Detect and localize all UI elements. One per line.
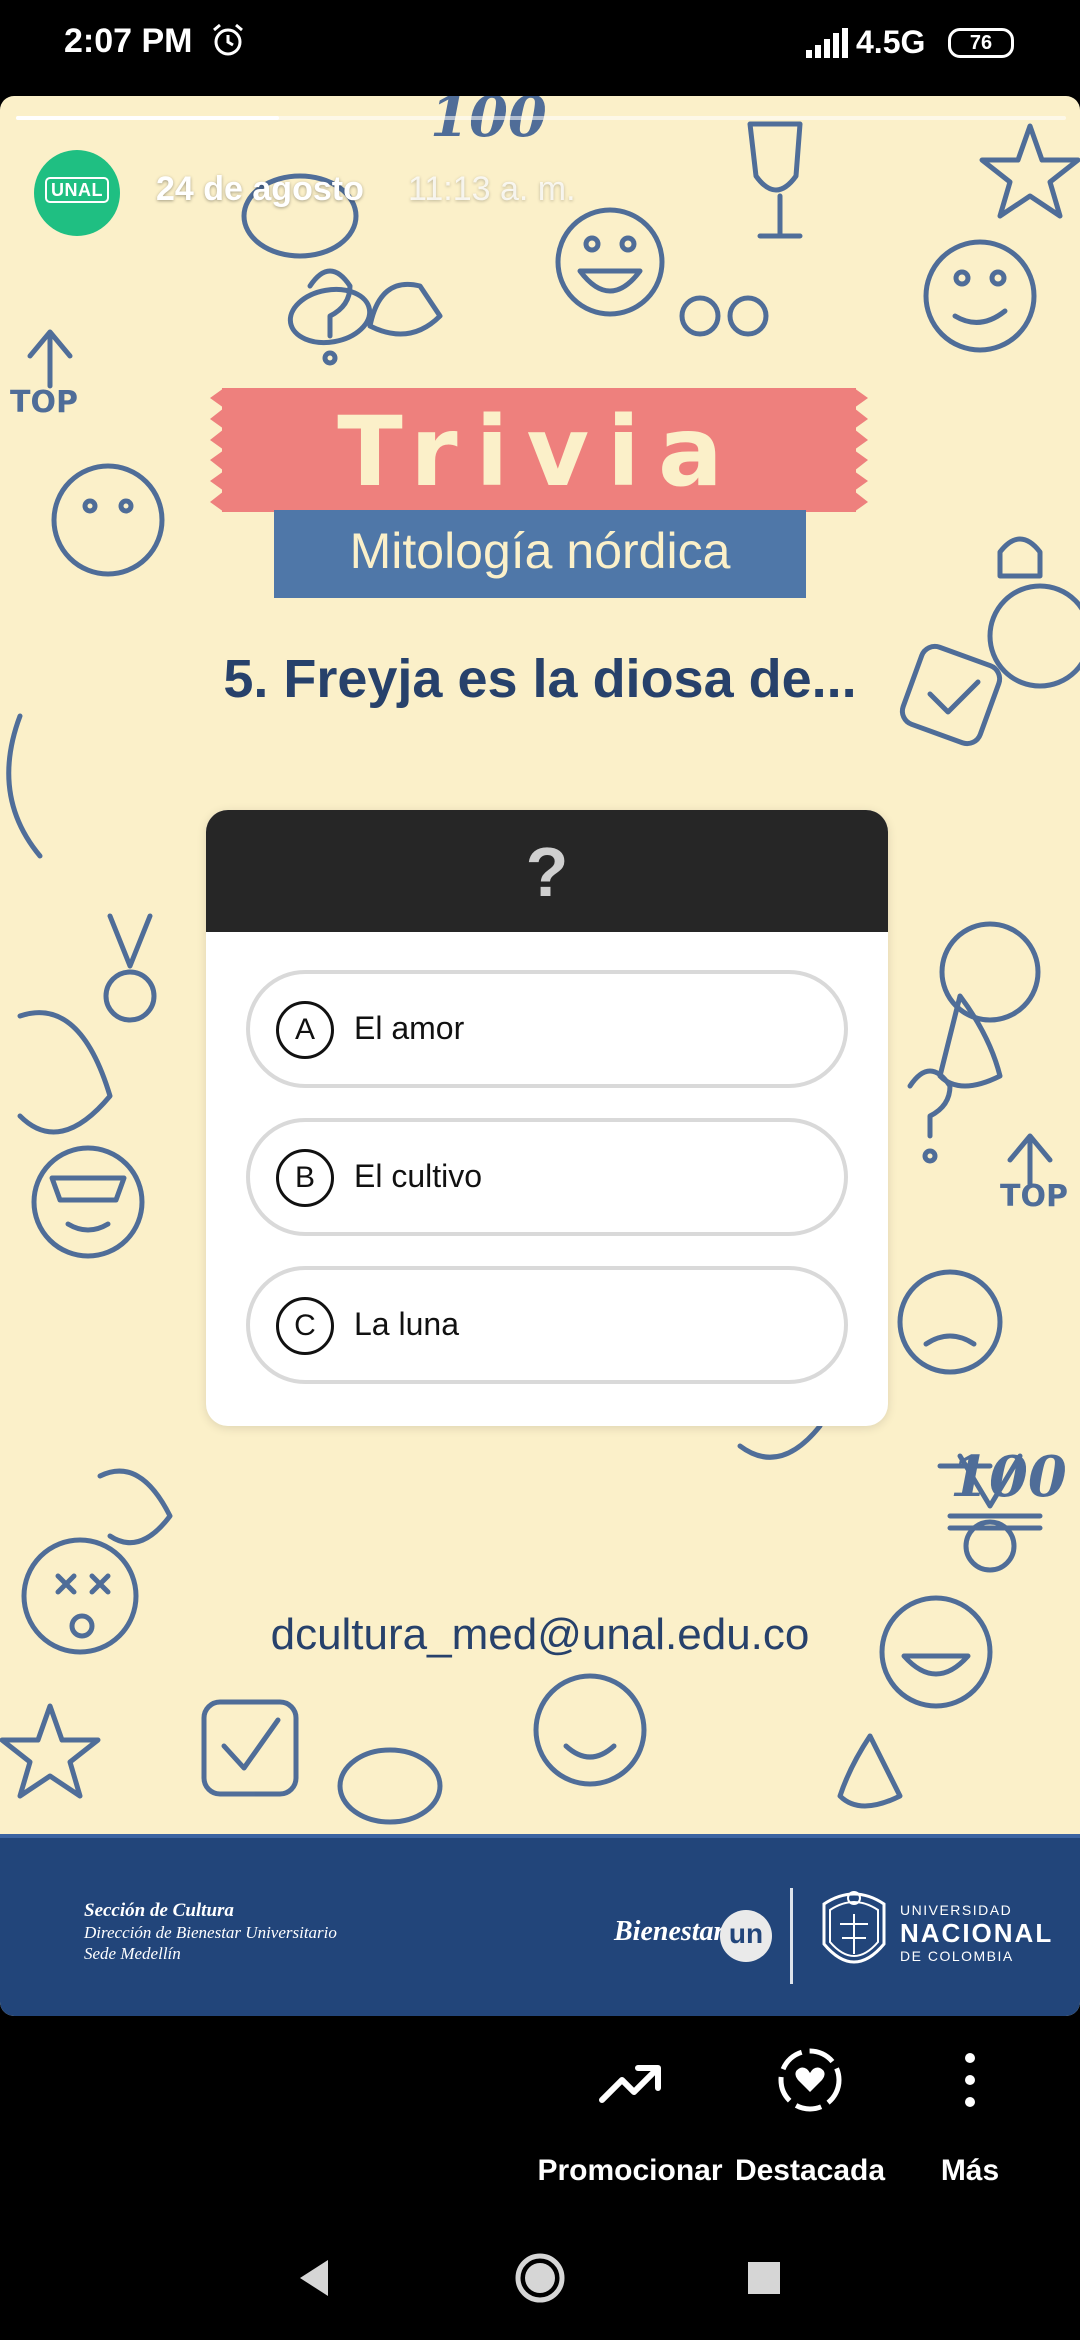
promote-button[interactable]: Promocionar <box>530 2016 730 2216</box>
story-progress-bar <box>16 116 1066 120</box>
option-label: El amor <box>354 1010 465 1046</box>
recents-icon[interactable] <box>746 2260 782 2296</box>
battery-icon: 76 <box>948 28 1014 58</box>
story-date: 24 de agosto <box>156 170 364 208</box>
network-type: 4.5G <box>856 24 926 60</box>
story-action-bar: Promocionar Destacada Más <box>0 2016 1080 2216</box>
quiz-option-b[interactable]: B El cultivo <box>246 1118 848 1236</box>
quiz-option-c[interactable]: C La luna <box>246 1266 848 1384</box>
avatar-logo-text: UNAL <box>45 177 109 203</box>
option-label: La luna <box>354 1306 459 1342</box>
section-line-1: Dirección de Bienestar Universitario <box>84 1923 337 1942</box>
system-navigation-bar <box>0 2216 1080 2340</box>
sponsor-footer: Sección de Cultura Dirección de Bienesta… <box>0 1834 1080 2016</box>
more-vertical-icon <box>965 2053 975 2107</box>
back-icon[interactable] <box>294 2256 334 2300</box>
university-line-1: UNIVERSIDAD <box>900 1902 1013 1918</box>
bienestar-un-badge: un <box>720 1910 772 1962</box>
university-name: UNIVERSIDAD NACIONAL DE COLOMBIA <box>900 1902 1053 1964</box>
account-avatar[interactable]: UNAL <box>34 150 120 236</box>
more-label: Más <box>940 2154 1000 2187</box>
banner-edge-right <box>854 388 868 512</box>
signal-icon <box>806 28 848 58</box>
svg-text:100: 100 <box>950 1444 1067 1510</box>
option-letter: B <box>276 1149 334 1207</box>
heart-highlight-icon <box>778 2048 842 2112</box>
option-letter: C <box>276 1297 334 1355</box>
section-line-2: Sede Medellín <box>84 1944 181 1963</box>
status-time: 2:07 PM <box>64 22 193 60</box>
option-letter: A <box>276 1001 334 1059</box>
svg-text:100: 100 <box>430 96 547 150</box>
alarm-icon <box>213 23 243 56</box>
svg-text:TOP: TOP <box>10 385 78 420</box>
more-button[interactable]: Más <box>900 2016 1040 2216</box>
university-seal-icon <box>822 1891 886 1964</box>
story-viewer[interactable]: TOP TOP 100 100 UNAL 24 de agosto 11:13 … <box>0 96 1080 2016</box>
footer-divider <box>790 1888 793 1984</box>
highlight-button[interactable]: Destacada <box>730 2016 890 2216</box>
highlight-label: Destacada <box>734 2154 886 2187</box>
trivia-subtitle: Mitología nórdica <box>349 523 731 579</box>
quiz-sticker: ? A El amor B El cultivo C La luna <box>206 810 888 1426</box>
trending-up-icon <box>599 2065 661 2103</box>
quiz-question-mark: ? <box>525 833 569 911</box>
option-label: El cultivo <box>354 1158 483 1194</box>
home-icon[interactable] <box>514 2252 566 2304</box>
section-title: Sección de Cultura <box>84 1900 234 1921</box>
bienestar-logo-text: Bienestar <box>614 1916 725 1947</box>
svg-text:TOP: TOP <box>1000 1179 1068 1214</box>
question-text: 5. Freyja es la diosa de... <box>223 649 857 709</box>
section-credit: Sección de Cultura Dirección de Bienesta… <box>84 1900 337 1964</box>
story-time: 11:13 a. m. <box>408 170 576 208</box>
university-line-2: NACIONAL <box>900 1918 1054 1948</box>
contact-email: dcultura_med@unal.edu.co <box>270 1610 810 1659</box>
university-line-3: DE COLOMBIA <box>900 1948 1014 1964</box>
story-progress-fill <box>16 116 279 120</box>
status-bar: 2:07 PM 4.5G 76 <box>0 0 1080 96</box>
trivia-title: Trivia <box>337 396 741 508</box>
promote-label: Promocionar <box>537 2154 723 2187</box>
quiz-option-a[interactable]: A El amor <box>246 970 848 1088</box>
